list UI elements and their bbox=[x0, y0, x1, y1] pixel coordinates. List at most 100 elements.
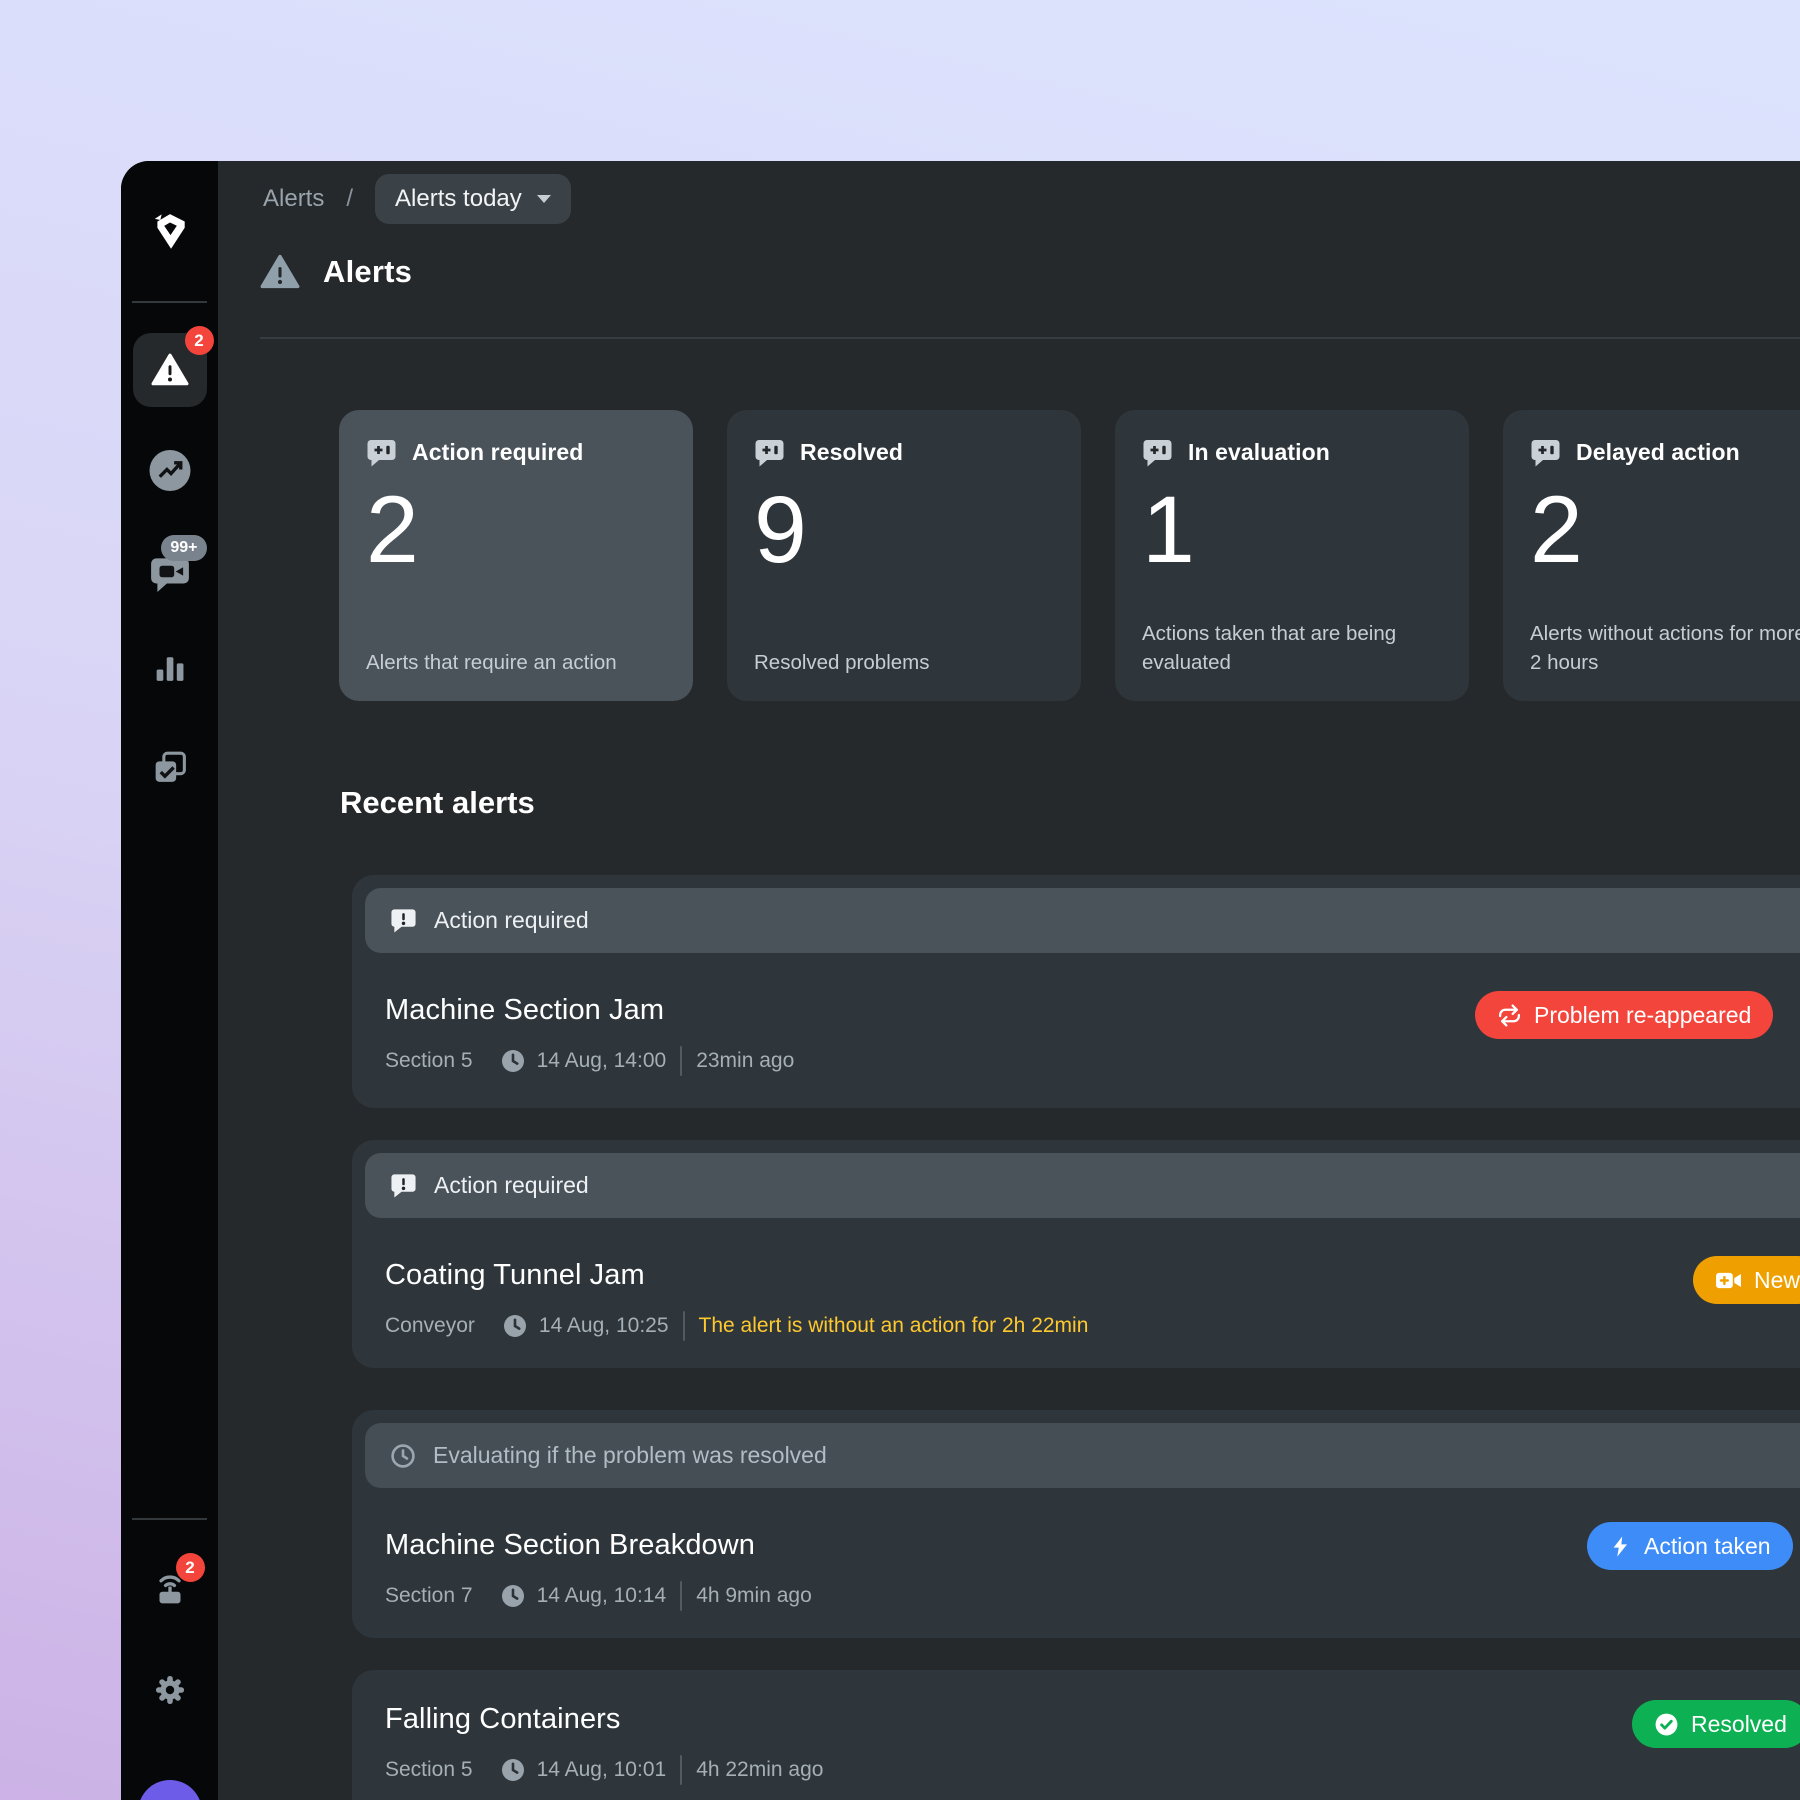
sidebar-divider-bottom bbox=[132, 1518, 207, 1520]
header-divider bbox=[260, 337, 1800, 339]
alert-triangle-icon bbox=[151, 353, 189, 387]
breadcrumb-separator: / bbox=[346, 185, 353, 213]
badge-label: New bbox=[1754, 1267, 1800, 1294]
alert-age-warning: The alert is without an action for 2h 22… bbox=[699, 1314, 1089, 1338]
alert-title: Machine Section Jam bbox=[385, 994, 794, 1027]
alert-row-machine-section-breakdown[interactable]: Evaluating if the problem was resolved M… bbox=[352, 1410, 1800, 1638]
sidebar-item-settings[interactable] bbox=[150, 1670, 190, 1710]
alert-location: Section 5 bbox=[385, 1758, 473, 1782]
main-content: Alerts / Alerts today Alerts bbox=[218, 161, 1800, 1800]
alert-datetime: 14 Aug, 10:14 bbox=[537, 1584, 667, 1608]
badge-label: Resolved bbox=[1691, 1711, 1787, 1738]
badge-label: Action taken bbox=[1644, 1533, 1771, 1560]
breadcrumb: Alerts / Alerts today bbox=[263, 174, 571, 224]
user-avatar[interactable]: WM bbox=[138, 1780, 202, 1800]
recent-alerts-heading: Recent alerts bbox=[340, 785, 535, 821]
alert-datetime: 14 Aug, 14:00 bbox=[537, 1049, 667, 1073]
stat-value: 1 bbox=[1142, 482, 1442, 579]
stat-description: Alerts that require an action bbox=[366, 649, 668, 677]
alert-status-bar: Action required bbox=[365, 888, 1800, 953]
alert-triangle-icon bbox=[260, 254, 300, 290]
alert-status-bar: Evaluating if the problem was resolved bbox=[365, 1423, 1800, 1488]
alert-location: Section 7 bbox=[385, 1584, 473, 1608]
alert-age: 4h 9min ago bbox=[696, 1584, 812, 1608]
clock-icon bbox=[500, 1048, 526, 1074]
message-plus-icon bbox=[1530, 437, 1561, 468]
clock-icon bbox=[502, 1313, 528, 1339]
chevron-down-icon bbox=[537, 195, 551, 203]
meta-divider bbox=[683, 1311, 685, 1341]
bar-chart-icon bbox=[151, 649, 188, 686]
alert-datetime: 14 Aug, 10:25 bbox=[539, 1314, 669, 1338]
clock-icon bbox=[500, 1757, 526, 1783]
sidebar-item-alerts[interactable]: 2 bbox=[133, 333, 207, 407]
alert-title: Machine Section Breakdown bbox=[385, 1529, 812, 1562]
alert-datetime: 14 Aug, 10:01 bbox=[537, 1758, 667, 1782]
meta-divider bbox=[680, 1046, 682, 1076]
camera-plus-icon bbox=[1715, 1269, 1742, 1292]
badge-label: Problem re-appeared bbox=[1534, 1002, 1751, 1029]
stat-label: Delayed action bbox=[1576, 439, 1740, 466]
alert-status-label: Action required bbox=[434, 907, 589, 934]
stat-label: Resolved bbox=[800, 439, 903, 466]
meta-divider bbox=[680, 1581, 682, 1611]
alert-age: 23min ago bbox=[696, 1049, 794, 1073]
repeat-icon bbox=[1497, 1003, 1522, 1028]
stat-card-resolved[interactable]: Resolved 9 Resolved problems bbox=[727, 410, 1081, 701]
gear-icon bbox=[150, 1670, 190, 1710]
stat-card-action-required[interactable]: Action required 2 Alerts that require an… bbox=[339, 410, 693, 701]
app-window: 2 99+ bbox=[121, 161, 1800, 1800]
alert-title: Falling Containers bbox=[385, 1703, 823, 1736]
gallery-check-icon bbox=[149, 747, 190, 788]
alert-row-machine-section-jam[interactable]: Action required Machine Section Jam Sect… bbox=[352, 875, 1800, 1108]
stat-description: Resolved problems bbox=[754, 649, 1056, 677]
stat-label: Action required bbox=[412, 439, 583, 466]
bolt-icon bbox=[1609, 1535, 1632, 1558]
sidebar-item-trends[interactable] bbox=[149, 450, 190, 491]
chat-count-badge: 99+ bbox=[161, 535, 206, 561]
alert-status-label: Evaluating if the problem was resolved bbox=[433, 1442, 827, 1469]
breadcrumb-current-label: Alerts today bbox=[395, 185, 522, 213]
sidebar-item-statistics[interactable] bbox=[151, 649, 188, 686]
brand-logo-icon[interactable] bbox=[149, 211, 191, 253]
stats-row: Action required 2 Alerts that require an… bbox=[339, 410, 1800, 701]
clock-icon bbox=[500, 1583, 526, 1609]
broadcast-icon: 2 bbox=[149, 1565, 191, 1607]
stat-card-delayed-action[interactable]: Delayed action 2 Alerts without actions … bbox=[1503, 410, 1800, 701]
alert-location: Conveyor bbox=[385, 1314, 475, 1338]
trend-circle-icon bbox=[149, 450, 190, 491]
alert-status-bar: Action required bbox=[365, 1153, 1800, 1218]
sidebar-item-video-chat[interactable]: 99+ bbox=[149, 551, 191, 593]
status-badge-new: New bbox=[1693, 1256, 1800, 1304]
alert-location: Section 5 bbox=[385, 1049, 473, 1073]
alert-row-coating-tunnel-jam[interactable]: Action required Coating Tunnel Jam Conve… bbox=[352, 1140, 1800, 1368]
message-plus-icon bbox=[366, 437, 397, 468]
video-chat-icon: 99+ bbox=[149, 551, 191, 593]
stat-label: In evaluation bbox=[1188, 439, 1330, 466]
stat-value: 2 bbox=[1530, 482, 1800, 579]
alert-title: Coating Tunnel Jam bbox=[385, 1259, 1088, 1292]
breadcrumb-filter-dropdown[interactable]: Alerts today bbox=[375, 174, 571, 224]
stat-value: 2 bbox=[366, 482, 666, 579]
alert-status-label: Action required bbox=[434, 1172, 589, 1199]
sidebar-item-gallery[interactable] bbox=[149, 747, 190, 788]
page-header: Alerts bbox=[260, 254, 412, 290]
stat-description: Alerts without actions for more than 2 h… bbox=[1530, 620, 1800, 677]
sidebar: 2 99+ bbox=[121, 161, 218, 1800]
alert-square-icon bbox=[390, 907, 417, 934]
alerts-count-badge: 2 bbox=[185, 326, 214, 355]
sidebar-item-monitoring[interactable]: 2 bbox=[149, 1565, 191, 1607]
meta-divider bbox=[680, 1755, 682, 1785]
stat-value: 9 bbox=[754, 482, 1054, 579]
status-badge-problem-reappeared: Problem re-appeared bbox=[1475, 991, 1773, 1039]
check-circle-icon bbox=[1654, 1712, 1679, 1737]
message-plus-icon bbox=[1142, 437, 1173, 468]
breadcrumb-root-link[interactable]: Alerts bbox=[263, 185, 324, 213]
message-plus-icon bbox=[754, 437, 785, 468]
status-badge-action-taken: Action taken bbox=[1587, 1522, 1793, 1570]
alert-row-falling-containers[interactable]: Falling Containers Section 5 14 Aug, 10:… bbox=[352, 1670, 1800, 1800]
status-badge-resolved: Resolved bbox=[1632, 1700, 1800, 1748]
stat-card-in-evaluation[interactable]: In evaluation 1 Actions taken that are b… bbox=[1115, 410, 1469, 701]
page-title: Alerts bbox=[323, 254, 412, 290]
clock-outline-icon bbox=[390, 1443, 416, 1469]
